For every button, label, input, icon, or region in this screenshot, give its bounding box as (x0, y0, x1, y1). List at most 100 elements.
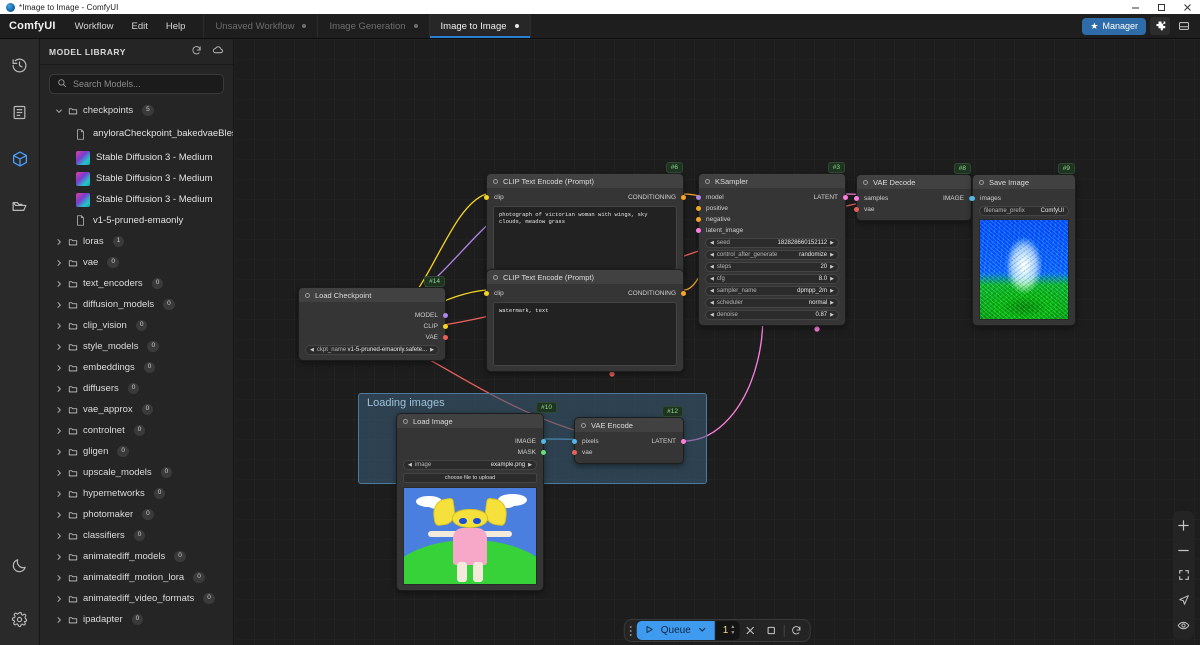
widget-denoise[interactable]: ◀ denoise 0.87 ▶ (705, 310, 839, 320)
node-collapse-icon[interactable] (581, 422, 586, 428)
settings-gear-icon[interactable] (8, 607, 32, 631)
node-load-checkpoint[interactable]: #14 Load Checkpoint MODEL CLIP VAE ◀ ckp… (298, 276, 448, 361)
chevron-right-icon[interactable] (54, 511, 63, 519)
chevron-right-icon[interactable] (54, 574, 63, 582)
workflow-canvas[interactable]: Loading images #6 CLIP Text Encode (Prom… (234, 39, 1200, 645)
chevron-right-icon[interactable] (54, 532, 63, 540)
chevron-right-icon[interactable] (54, 322, 63, 330)
node-header[interactable]: CLIP Text Encode (Prompt) (487, 270, 683, 284)
tree-folder-text-encoders[interactable]: text_encoders 0 (50, 273, 233, 294)
port-vae-input[interactable] (854, 207, 859, 212)
tree-folder-vae[interactable]: vae 0 (50, 252, 233, 273)
increment-icon[interactable]: ▶ (528, 462, 532, 468)
node-collapse-icon[interactable] (493, 274, 498, 280)
node-collapse-icon[interactable] (705, 178, 710, 184)
model-item-sd3-1[interactable]: Stable Diffusion 3 - Medium (50, 147, 233, 168)
widget-steps[interactable]: ◀ steps 20 ▶ (705, 262, 839, 272)
increment-icon[interactable]: ▶ (830, 264, 834, 270)
manager-button[interactable]: ★ Manager (1082, 17, 1146, 35)
zoom-out-icon[interactable] (1176, 542, 1192, 558)
port-clip-output[interactable] (443, 324, 448, 329)
widget-filename-prefix[interactable]: filename_prefix ComfyUI (979, 206, 1069, 216)
node-clip-text-encode-negative[interactable]: CLIP Text Encode (Prompt) clip CONDITION… (484, 269, 686, 372)
node-clip-text-encode-positive[interactable]: #6 CLIP Text Encode (Prompt) clip CONDIT… (484, 162, 686, 276)
node-header[interactable]: VAE Decode (857, 175, 971, 189)
queue-history-icon[interactable] (8, 53, 32, 77)
pointer-select-icon[interactable] (1176, 592, 1192, 608)
port-conditioning-output[interactable] (681, 195, 686, 200)
upload-file-button[interactable]: choose file to upload (403, 473, 537, 483)
fit-view-icon[interactable] (1176, 567, 1192, 583)
port-model-output[interactable] (443, 313, 448, 318)
chevron-right-icon[interactable] (54, 301, 63, 309)
tree-folder-gligen[interactable]: gligen 0 (50, 441, 233, 462)
node-header[interactable]: VAE Encode (575, 418, 683, 432)
port-model-input[interactable] (696, 195, 701, 200)
decrement-icon[interactable]: ◀ (710, 288, 714, 294)
prompt-textarea[interactable]: photograph of victorian woman with wings… (493, 206, 677, 270)
tree-folder-animatediff-models[interactable]: animatediff_models 0 (50, 546, 233, 567)
node-vae-encode[interactable]: #12 VAE Encode pixels LATENT vae (572, 406, 686, 464)
node-collapse-icon[interactable] (493, 178, 498, 184)
chevron-right-icon[interactable] (54, 448, 63, 456)
port-positive-input[interactable] (696, 206, 701, 211)
increment-icon[interactable]: ▶ (830, 312, 834, 318)
node-collapse-icon[interactable] (403, 418, 408, 424)
port-mask-output[interactable] (541, 450, 546, 455)
node-header[interactable]: Load Image (397, 414, 543, 428)
tree-folder-diffusers[interactable]: diffusers 0 (50, 378, 233, 399)
chevron-right-icon[interactable] (54, 406, 63, 414)
chevron-right-icon[interactable] (54, 343, 63, 351)
widget-cfg[interactable]: ◀ cfg 8.0 ▶ (705, 274, 839, 284)
menu-workflow[interactable]: Workflow (66, 14, 123, 38)
drag-grip-icon[interactable] (626, 625, 636, 636)
refresh-icon[interactable] (191, 43, 202, 61)
port-latent-output[interactable] (681, 439, 686, 444)
widget-seed[interactable]: ◀ seed 182828660152112 ▶ (705, 238, 839, 248)
tree-folder-controlnet[interactable]: controlnet 0 (50, 420, 233, 441)
theme-toggle-moon-icon[interactable] (8, 553, 32, 577)
menu-help[interactable]: Help (157, 14, 195, 38)
stepper-arrows-icon[interactable]: ▲ ▼ (730, 625, 735, 636)
chevron-right-icon[interactable] (54, 595, 63, 603)
node-load-image[interactable]: #10 Load Image IMAGE MASK ◀ image exampl… (396, 402, 557, 591)
batch-count-stepper[interactable]: 1 ▲ ▼ (715, 621, 740, 640)
decrement-icon[interactable]: ◀ (710, 276, 714, 282)
tree-folder-vae-approx[interactable]: vae_approx 0 (50, 399, 233, 420)
port-conditioning-output[interactable] (681, 291, 686, 296)
prompt-textarea[interactable]: watermark, text (493, 302, 677, 366)
model-library-icon[interactable] (8, 147, 32, 171)
node-vae-decode[interactable]: #8 VAE Decode samples IMAGE vae (854, 163, 974, 221)
increment-icon[interactable]: ▶ (830, 252, 834, 258)
node-header[interactable]: CLIP Text Encode (Prompt) (487, 174, 683, 188)
tree-folder-style-models[interactable]: style_models 0 (50, 336, 233, 357)
chevron-right-icon[interactable] (54, 469, 63, 477)
chevron-right-icon[interactable] (54, 427, 63, 435)
chevron-down-icon[interactable] (54, 107, 63, 115)
port-clip-input[interactable] (484, 195, 489, 200)
chevron-right-icon[interactable] (54, 364, 63, 372)
chevron-right-icon[interactable] (54, 385, 63, 393)
widget-control-after-generate[interactable]: ◀ control_after_generate randomize ▶ (705, 250, 839, 260)
refresh-button[interactable] (786, 621, 806, 640)
zoom-in-icon[interactable] (1176, 517, 1192, 533)
tree-folder-animatediff-motion-lora[interactable]: animatediff_motion_lora 0 (50, 567, 233, 588)
toggle-link-visibility-icon[interactable] (1176, 617, 1192, 633)
chevron-down-icon[interactable] (698, 625, 707, 637)
tab-image-to-image[interactable]: Image to Image (428, 14, 531, 38)
port-vae-output[interactable] (443, 335, 448, 340)
node-collapse-icon[interactable] (305, 292, 310, 298)
tab-image-generation[interactable]: Image Generation (317, 14, 429, 38)
tree-folder-animatediff-video-formats[interactable]: animatediff_video_formats 0 (50, 588, 233, 609)
widget-scheduler[interactable]: ◀ scheduler normal ▶ (705, 298, 839, 308)
tree-folder-hypernetworks[interactable]: hypernetworks 0 (50, 483, 233, 504)
queue-toolbar[interactable]: Queue 1 ▲ ▼ (623, 619, 811, 642)
menu-edit[interactable]: Edit (123, 14, 157, 38)
close-button[interactable] (1174, 0, 1200, 14)
port-latent-image-input[interactable] (696, 228, 701, 233)
increment-icon[interactable]: ▶ (830, 288, 834, 294)
decrement-icon[interactable]: ◀ (710, 300, 714, 306)
chevron-right-icon[interactable] (54, 238, 63, 246)
search-box[interactable] (49, 74, 224, 94)
port-samples-input[interactable] (854, 196, 859, 201)
